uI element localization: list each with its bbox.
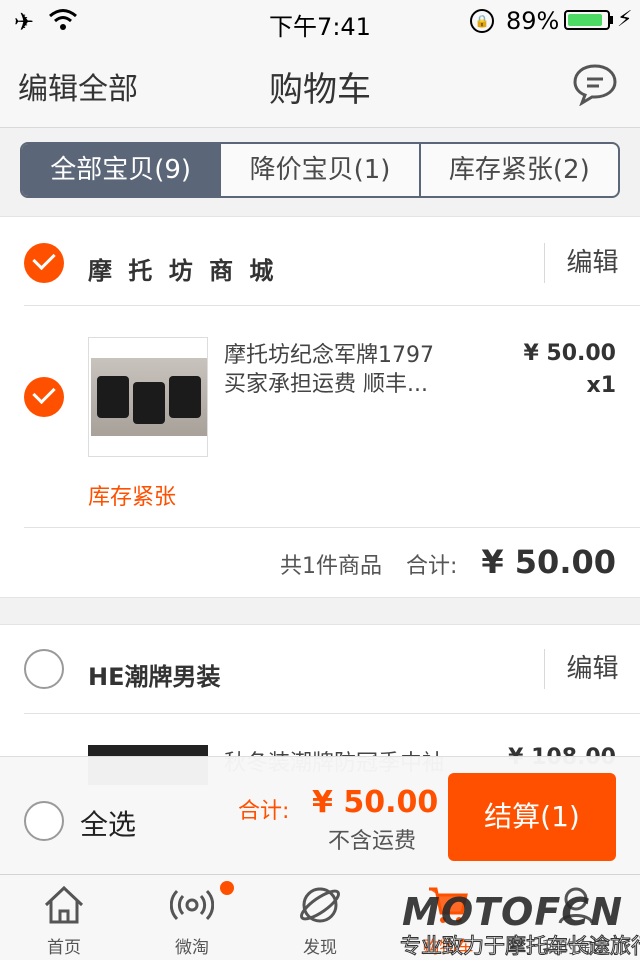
select-all-label[interactable]: 全选 — [80, 803, 136, 843]
subtotal-label: 合计: — [405, 554, 458, 579]
divider — [24, 305, 640, 306]
total-label: 合计: — [238, 799, 290, 824]
tab-label: 发现 — [303, 938, 337, 958]
store-checkbox[interactable] — [24, 649, 64, 689]
lock-rotation-icon: 🔒 — [470, 9, 494, 33]
charging-icon: ⚡ — [617, 7, 633, 32]
item-count: 共1件商品 — [279, 554, 382, 579]
shipping-note: 不含运费 — [328, 829, 417, 854]
divider — [24, 713, 640, 714]
notification-badge — [220, 881, 234, 895]
store-edit-button[interactable]: 编辑 — [544, 243, 640, 283]
page-title: 购物车 — [269, 70, 371, 110]
tab-label: 微淘 — [175, 938, 209, 958]
message-icon[interactable] — [572, 62, 618, 106]
tab-weitao[interactable]: 微淘 — [128, 875, 256, 960]
tab-cart[interactable]: 购物车 — [384, 875, 512, 960]
tab-profile[interactable]: 我的淘宝 — [512, 875, 640, 960]
tab-label: 首页 — [47, 938, 81, 958]
status-bar: ✈ 下午7:41 🔒 89% ⚡ — [0, 0, 640, 41]
tab-low-stock[interactable]: 库存紧张(2) — [421, 144, 618, 196]
product-quantity: x1 — [586, 373, 617, 398]
item-checkbox[interactable] — [24, 377, 64, 417]
store-name[interactable]: 摩 托 坊 商 城 — [88, 251, 277, 286]
checkout-button[interactable]: 结算(1) — [448, 773, 616, 861]
select-all-checkbox[interactable] — [24, 801, 64, 841]
tab-price-drop[interactable]: 降价宝贝(1) — [221, 144, 421, 196]
battery-nub — [610, 16, 613, 24]
store-card: 摩 托 坊 商 城 编辑 摩托坊纪念军牌1797 买家承担运费 顺丰... ¥ … — [0, 216, 640, 598]
home-icon — [44, 885, 84, 924]
tab-all-items[interactable]: 全部宝贝(9) — [22, 144, 222, 196]
profile-icon — [558, 887, 594, 924]
checkout-bar: 全选 合计: ¥ 50.00 不含运费 结算(1) — [0, 756, 640, 874]
cart-icon — [429, 887, 468, 923]
nav-bar: 编辑全部 购物车 — [0, 40, 640, 128]
broadcast-icon — [170, 889, 214, 921]
product-price: ¥ 50.00 — [523, 341, 616, 366]
product-image[interactable] — [88, 337, 208, 457]
subtotal-value: ¥ 50.00 — [481, 543, 616, 581]
tab-home[interactable]: 首页 — [0, 875, 128, 960]
store-card: HE潮牌男装 编辑 秋冬装潮牌防冠季中袖 ¥ 108.00 — [0, 624, 640, 785]
bottom-tab-bar: 首页 微淘 发现 购物车 我的淘宝 — [0, 874, 640, 960]
tab-label: 我的淘宝 — [542, 938, 610, 958]
store-checkbox[interactable] — [24, 243, 64, 283]
low-stock-label: 库存紧张 — [88, 485, 177, 510]
battery-icon — [564, 10, 610, 30]
tab-label: 购物车 — [422, 938, 474, 958]
store-name[interactable]: HE潮牌男装 — [88, 657, 220, 692]
planet-icon — [300, 887, 340, 923]
total-value: ¥ 50.00 — [312, 785, 439, 820]
store-edit-button[interactable]: 编辑 — [544, 649, 640, 689]
filter-tabs: 全部宝贝(9) 降价宝贝(1) 库存紧张(2) — [20, 142, 620, 198]
divider — [24, 527, 640, 528]
product-title[interactable]: 摩托坊纪念军牌1797 买家承担运费 顺丰... — [224, 341, 514, 399]
tab-discover[interactable]: 发现 — [256, 875, 384, 960]
battery-percent: 89% — [506, 7, 560, 35]
store-summary: 共1件商品 合计: ¥ 50.00 — [280, 543, 616, 581]
